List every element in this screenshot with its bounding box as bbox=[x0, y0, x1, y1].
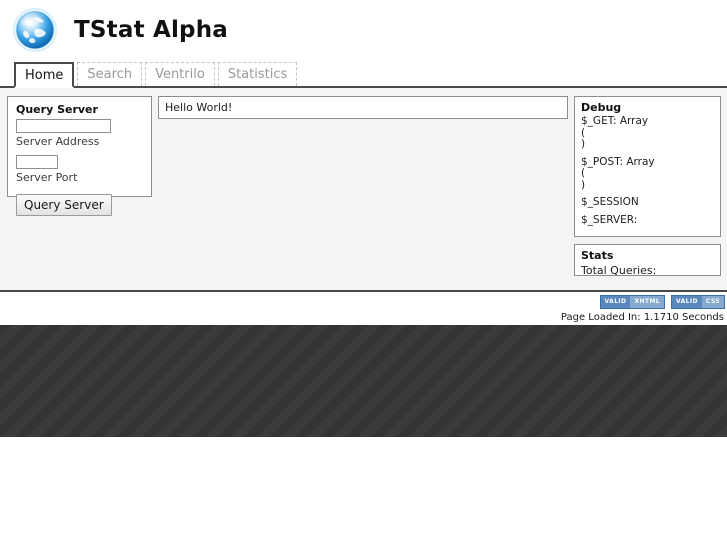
below-stripes-area bbox=[0, 437, 727, 527]
debug-title: Debug bbox=[581, 101, 622, 114]
debug-line: $_SERVER: bbox=[581, 213, 638, 226]
left-column: Query Server Server Address Server Port … bbox=[7, 96, 152, 216]
main-content-panel: Hello World! bbox=[158, 96, 568, 119]
hello-world-message: Hello World! bbox=[165, 101, 233, 114]
main-column: Hello World! bbox=[158, 96, 568, 119]
page-footer: VALID XHTML VALID CSS Page Loaded In: 1.… bbox=[0, 292, 727, 325]
query-server-panel: Query Server Server Address Server Port … bbox=[7, 96, 152, 216]
debug-line: $_GET: Array bbox=[581, 115, 649, 127]
server-address-label: Server Address bbox=[16, 135, 100, 148]
tab-statistics[interactable]: Statistics bbox=[217, 62, 298, 86]
tab-search[interactable]: Search bbox=[77, 62, 143, 86]
query-server-title: Query Server bbox=[16, 103, 98, 116]
valid-xhtml-badge-left: VALID bbox=[600, 296, 631, 308]
stats-panel: Stats Total Queries: bbox=[574, 244, 721, 277]
right-column: Debug $_GET: Array() $_POST: Array() $_SES… bbox=[574, 96, 721, 277]
debug-line: ( bbox=[581, 167, 586, 179]
valid-xhtml-badge-right: XHTML bbox=[630, 296, 664, 308]
valid-xhtml-badge[interactable]: VALID XHTML bbox=[599, 295, 665, 309]
query-server-button[interactable]: Query Server bbox=[16, 194, 112, 216]
page-title: TStat Alpha bbox=[74, 17, 229, 43]
server-port-label: Server Port bbox=[16, 171, 78, 184]
stats-title: Stats bbox=[581, 249, 614, 262]
debug-panel: Debug $_GET: Array() $_POST: Array() $_SES… bbox=[574, 96, 721, 237]
debug-output: $_GET: Array() $_POST: Array() $_SESSION $_… bbox=[581, 115, 714, 226]
debug-line: ( bbox=[581, 126, 586, 139]
debug-line: $_SESSION bbox=[581, 196, 639, 208]
validation-badges: VALID XHTML VALID CSS bbox=[0, 295, 725, 309]
page-header: TStat Alpha bbox=[0, 0, 727, 60]
globe-icon bbox=[12, 7, 58, 53]
server-address-input[interactable] bbox=[16, 119, 111, 133]
valid-css-badge[interactable]: VALID CSS bbox=[670, 295, 725, 309]
striped-background-band bbox=[0, 325, 727, 437]
valid-css-badge-right: CSS bbox=[701, 296, 724, 308]
tab-ventrilo[interactable]: Ventrilo bbox=[145, 62, 215, 86]
server-port-input[interactable] bbox=[16, 155, 58, 169]
content-area: Query Server Server Address Server Port … bbox=[0, 88, 727, 292]
tab-home[interactable]: Home bbox=[14, 62, 75, 88]
debug-line: ) bbox=[581, 138, 586, 150]
valid-css-badge-left: VALID bbox=[671, 296, 702, 308]
debug-line: ) bbox=[581, 178, 586, 191]
debug-line: $_POST: Array bbox=[581, 155, 655, 168]
tab-bar: Home Search Ventrilo Statistics bbox=[0, 60, 727, 88]
total-queries-label: Total Queries: bbox=[581, 264, 657, 277]
page-load-time: Page Loaded In: 1.1710 Seconds bbox=[560, 312, 724, 323]
